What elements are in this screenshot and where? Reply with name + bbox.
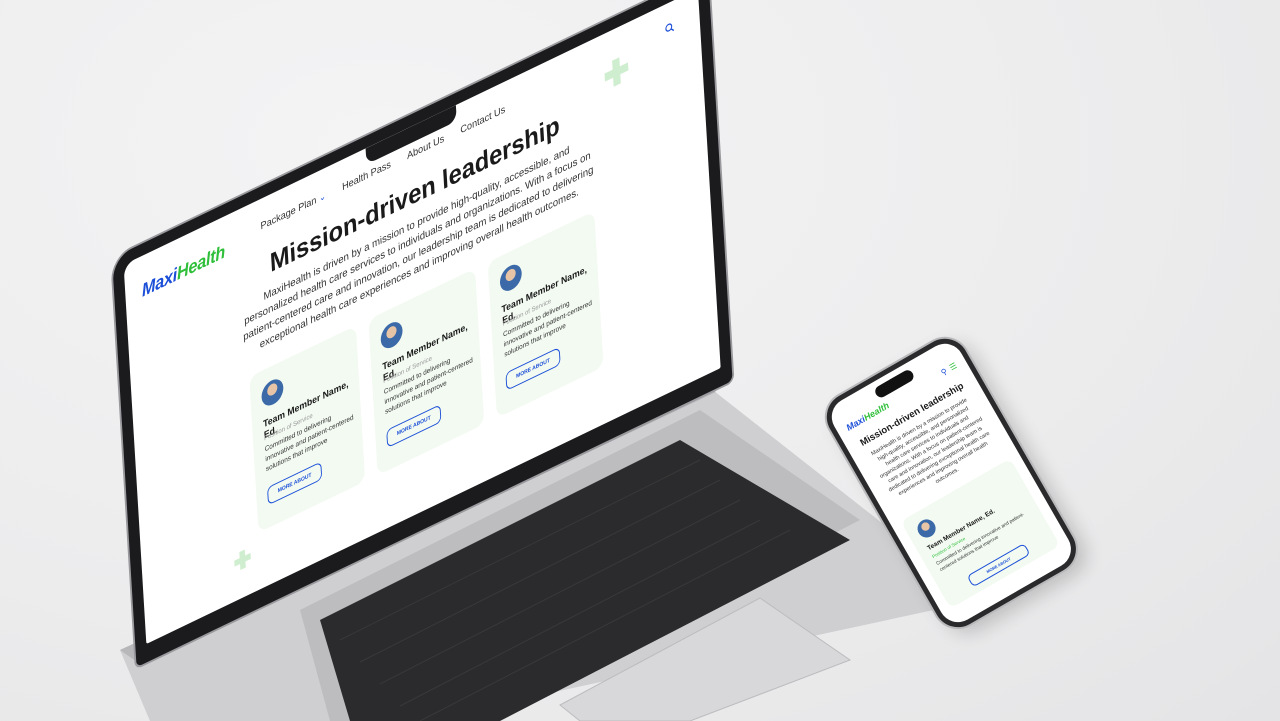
avatar (914, 516, 939, 541)
avatar (380, 317, 404, 353)
nav-label: Package Plan (260, 194, 317, 233)
nav-contact-us[interactable]: Contact Us (460, 104, 505, 136)
phone-header-icons: ⚲ ☰ (939, 361, 958, 377)
team-card: Team Member Name, Ed. Position of Servic… (487, 211, 604, 418)
logo-part-health: Health (861, 400, 891, 423)
nav-label: Contact Us (460, 104, 506, 137)
menu-icon[interactable]: ☰ (948, 361, 959, 372)
avatar (499, 260, 523, 296)
team-card: Team Member Name, Ed. Position of Servic… (249, 325, 366, 533)
decor-cross (234, 547, 251, 573)
search-icon[interactable] (665, 21, 675, 35)
chevron-down-icon: ⌄ (318, 190, 327, 204)
team-card: Team Member Name, Ed. Position of Servic… (368, 268, 485, 476)
nav-health-pass[interactable]: Health Pass (342, 159, 391, 193)
avatar (260, 375, 285, 410)
search-icon[interactable]: ⚲ (939, 367, 949, 378)
nav-label: Health Pass (341, 159, 392, 194)
